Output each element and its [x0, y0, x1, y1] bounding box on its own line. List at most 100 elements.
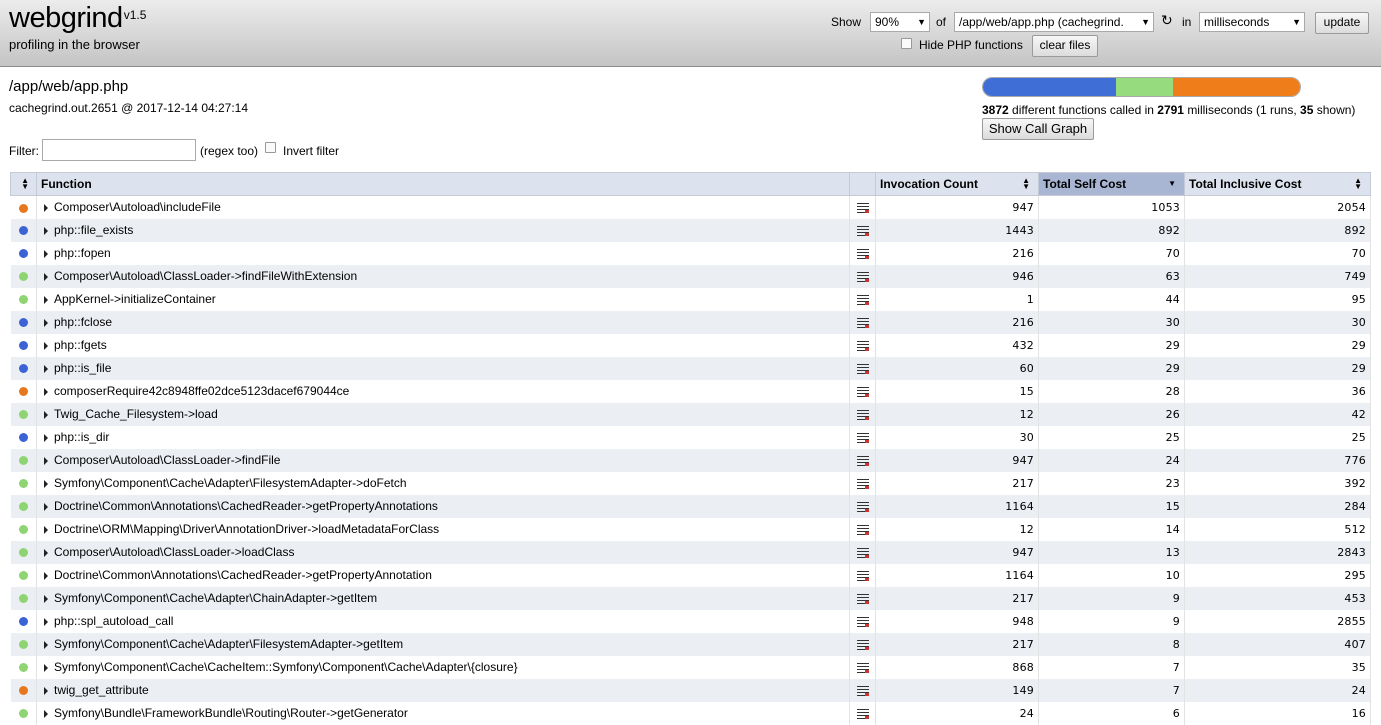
file-lines-icon[interactable] — [856, 363, 869, 374]
expand-triangle-icon[interactable] — [44, 456, 48, 465]
color-column-header[interactable]: ▲ ▼ — [10, 172, 37, 196]
unit-select[interactable]: milliseconds ▼ — [1199, 12, 1305, 32]
file-source-cell[interactable] — [849, 379, 876, 403]
file-source-cell[interactable] — [849, 287, 876, 311]
file-lines-icon[interactable] — [856, 547, 869, 558]
function-cell[interactable]: AppKernel->initializeContainer — [36, 287, 850, 311]
function-cell[interactable]: php::is_dir — [36, 425, 850, 449]
table-row[interactable]: php::is_dir 30 25 25 — [10, 425, 1371, 449]
file-lines-icon[interactable] — [856, 685, 869, 696]
table-row[interactable]: php::spl_autoload_call 948 9 2855 — [10, 609, 1371, 633]
function-cell[interactable]: php::file_exists — [36, 218, 850, 242]
table-row[interactable]: composerRequire42c8948ffe02dce5123dacef6… — [10, 379, 1371, 403]
reload-icon[interactable]: ↻ — [1161, 12, 1173, 29]
table-row[interactable]: Composer\Autoload\ClassLoader->findFile 9… — [10, 448, 1371, 472]
file-lines-icon[interactable] — [856, 432, 869, 443]
function-cell[interactable]: Symfony\Component\Cache\Adapter\ChainAda… — [36, 586, 850, 610]
file-lines-icon[interactable] — [856, 570, 869, 581]
file-lines-icon[interactable] — [856, 409, 869, 420]
table-row[interactable]: AppKernel->initializeContainer 1 44 95 — [10, 287, 1371, 311]
file-source-cell[interactable] — [849, 356, 876, 380]
expand-triangle-icon[interactable] — [44, 594, 48, 603]
file-source-cell[interactable] — [849, 310, 876, 334]
expand-triangle-icon[interactable] — [44, 387, 48, 396]
table-row[interactable]: Symfony\Bundle\FrameworkBundle\Routing\R… — [10, 701, 1371, 725]
filter-input[interactable] — [42, 139, 196, 161]
function-cell[interactable]: Composer\Autoload\ClassLoader->findFile — [36, 448, 850, 472]
file-lines-icon[interactable] — [856, 708, 869, 719]
file-source-cell[interactable] — [849, 471, 876, 495]
file-lines-icon[interactable] — [856, 271, 869, 282]
expand-triangle-icon[interactable] — [44, 617, 48, 626]
expand-triangle-icon[interactable] — [44, 364, 48, 373]
file-source-cell[interactable] — [849, 632, 876, 656]
file-lines-icon[interactable] — [856, 294, 869, 305]
function-cell[interactable]: Composer\Autoload\includeFile — [36, 195, 850, 219]
function-cell[interactable]: Composer\Autoload\ClassLoader->loadClass — [36, 540, 850, 564]
show-call-graph-button[interactable]: Show Call Graph — [982, 118, 1094, 140]
expand-triangle-icon[interactable] — [44, 663, 48, 672]
file-source-cell[interactable] — [849, 448, 876, 472]
table-row[interactable]: Composer\Autoload\ClassLoader->findFileW… — [10, 264, 1371, 288]
file-source-cell[interactable] — [849, 218, 876, 242]
file-lines-icon[interactable] — [856, 662, 869, 673]
expand-triangle-icon[interactable] — [44, 525, 48, 534]
function-column-header[interactable]: Function — [36, 172, 850, 196]
table-row[interactable]: Doctrine\ORM\Mapping\Driver\AnnotationDr… — [10, 517, 1371, 541]
expand-triangle-icon[interactable] — [44, 295, 48, 304]
function-cell[interactable]: php::is_file — [36, 356, 850, 380]
table-row[interactable]: Symfony\Component\Cache\CacheItem::Symfo… — [10, 655, 1371, 679]
function-cell[interactable]: Doctrine\Common\Annotations\CachedReader… — [36, 494, 850, 518]
invert-filter-checkbox[interactable] — [265, 142, 276, 153]
function-cell[interactable]: composerRequire42c8948ffe02dce5123dacef6… — [36, 379, 850, 403]
file-source-cell[interactable] — [849, 195, 876, 219]
expand-triangle-icon[interactable] — [44, 686, 48, 695]
expand-triangle-icon[interactable] — [44, 548, 48, 557]
expand-triangle-icon[interactable] — [44, 433, 48, 442]
table-row[interactable]: php::fclose 216 30 30 — [10, 310, 1371, 334]
total-self-cost-header[interactable]: Total Self Cost ▼ — [1038, 172, 1185, 196]
table-row[interactable]: Composer\Autoload\includeFile 947 1053 2054 — [10, 195, 1371, 219]
file-source-cell[interactable] — [849, 678, 876, 702]
file-lines-icon[interactable] — [856, 478, 869, 489]
percent-select[interactable]: 90% ▼ — [870, 12, 930, 32]
function-cell[interactable]: Doctrine\ORM\Mapping\Driver\AnnotationDr… — [36, 517, 850, 541]
file-source-cell[interactable] — [849, 333, 876, 357]
table-row[interactable]: Symfony\Component\Cache\Adapter\Filesyst… — [10, 471, 1371, 495]
expand-triangle-icon[interactable] — [44, 502, 48, 511]
expand-triangle-icon[interactable] — [44, 226, 48, 235]
expand-triangle-icon[interactable] — [44, 272, 48, 281]
expand-triangle-icon[interactable] — [44, 204, 48, 213]
file-lines-icon[interactable] — [856, 501, 869, 512]
table-row[interactable]: php::file_exists 1443 892 892 — [10, 218, 1371, 242]
function-cell[interactable]: Symfony\Component\Cache\CacheItem::Symfo… — [36, 655, 850, 679]
table-row[interactable]: Doctrine\Common\Annotations\CachedReader… — [10, 563, 1371, 587]
file-lines-icon[interactable] — [856, 593, 869, 604]
expand-triangle-icon[interactable] — [44, 318, 48, 327]
table-row[interactable]: Symfony\Component\Cache\Adapter\ChainAda… — [10, 586, 1371, 610]
expand-triangle-icon[interactable] — [44, 410, 48, 419]
file-source-cell[interactable] — [849, 402, 876, 426]
table-row[interactable]: Doctrine\Common\Annotations\CachedReader… — [10, 494, 1371, 518]
hide-php-checkbox[interactable] — [901, 38, 912, 49]
function-cell[interactable]: php::fgets — [36, 333, 850, 357]
file-source-cell[interactable] — [849, 517, 876, 541]
function-cell[interactable]: php::fopen — [36, 241, 850, 265]
table-row[interactable]: php::fgets 432 29 29 — [10, 333, 1371, 357]
file-select[interactable]: /app/web/app.php (cachegrind. ▼ — [954, 12, 1154, 32]
table-row[interactable]: Twig_Cache_Filesystem->load 12 26 42 — [10, 402, 1371, 426]
clear-files-button[interactable]: clear files — [1032, 35, 1098, 57]
expand-triangle-icon[interactable] — [44, 640, 48, 649]
expand-triangle-icon[interactable] — [44, 571, 48, 580]
file-source-cell[interactable] — [849, 540, 876, 564]
table-row[interactable]: php::is_file 60 29 29 — [10, 356, 1371, 380]
file-source-cell[interactable] — [849, 586, 876, 610]
expand-triangle-icon[interactable] — [44, 341, 48, 350]
function-cell[interactable]: Symfony\Component\Cache\Adapter\Filesyst… — [36, 632, 850, 656]
file-lines-icon[interactable] — [856, 203, 869, 214]
invocation-count-header[interactable]: Invocation Count ▲ ▼ — [875, 172, 1039, 196]
table-row[interactable]: twig_get_attribute 149 7 24 — [10, 678, 1371, 702]
file-lines-icon[interactable] — [856, 524, 869, 535]
file-source-cell[interactable] — [849, 241, 876, 265]
function-cell[interactable]: Symfony\Component\Cache\Adapter\Filesyst… — [36, 471, 850, 495]
